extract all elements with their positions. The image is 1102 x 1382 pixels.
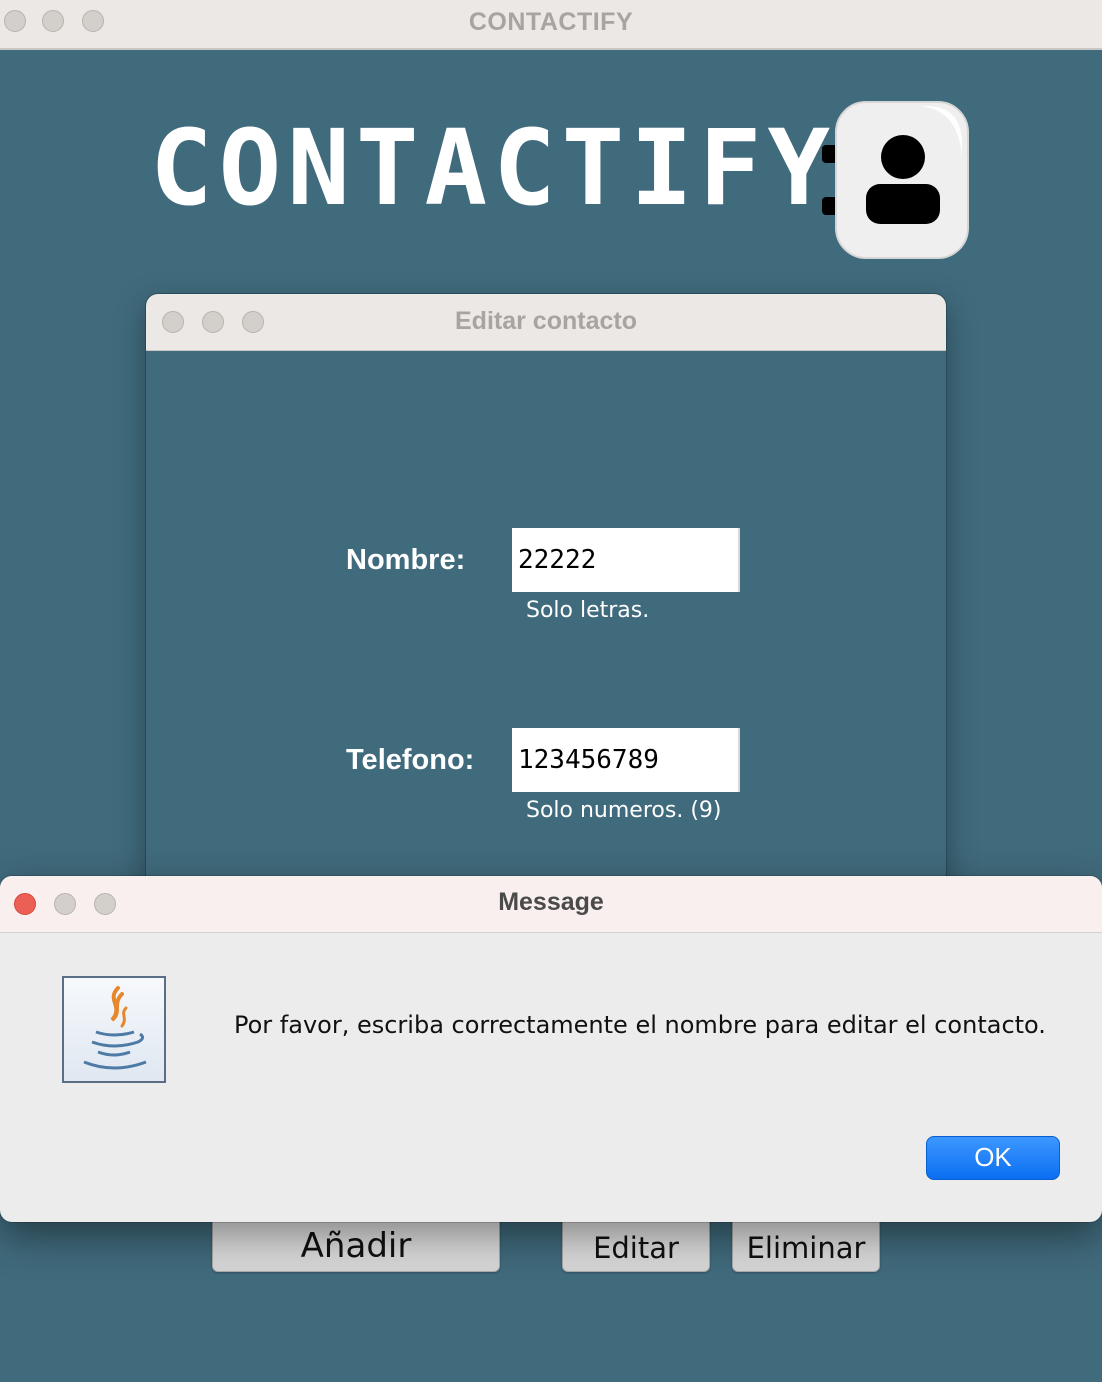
main-titlebar: CONTACTIFY	[0, 0, 1102, 50]
message-dialog-titlebar: Message	[0, 876, 1102, 933]
message-text: Por favor, escriba correctamente el nomb…	[234, 1011, 1046, 1039]
phone-label: Telefono:	[346, 744, 475, 776]
phone-hint: Solo numeros. (9)	[526, 798, 722, 823]
name-label: Nombre:	[346, 544, 466, 576]
window-title: CONTACTIFY	[468, 8, 634, 36]
edit-dialog-title: Editar contacto	[455, 307, 637, 335]
phone-input[interactable]	[512, 728, 740, 792]
ok-button[interactable]: OK	[926, 1136, 1060, 1180]
edit-dialog-titlebar: Editar contacto	[146, 294, 946, 351]
contact-book-icon	[820, 100, 970, 260]
java-icon	[62, 976, 166, 1084]
edit-contact-dialog: Editar contacto Nombre: Solo letras. Tel…	[146, 294, 946, 914]
message-dialog-title: Message	[498, 888, 604, 916]
app-window: CONTACTIFY CONTACTIFY Editar contacto No…	[0, 0, 1102, 1382]
name-input[interactable]	[512, 528, 740, 592]
brand-title: CONTACTIFY	[150, 107, 837, 229]
name-hint: Solo letras.	[526, 598, 650, 623]
